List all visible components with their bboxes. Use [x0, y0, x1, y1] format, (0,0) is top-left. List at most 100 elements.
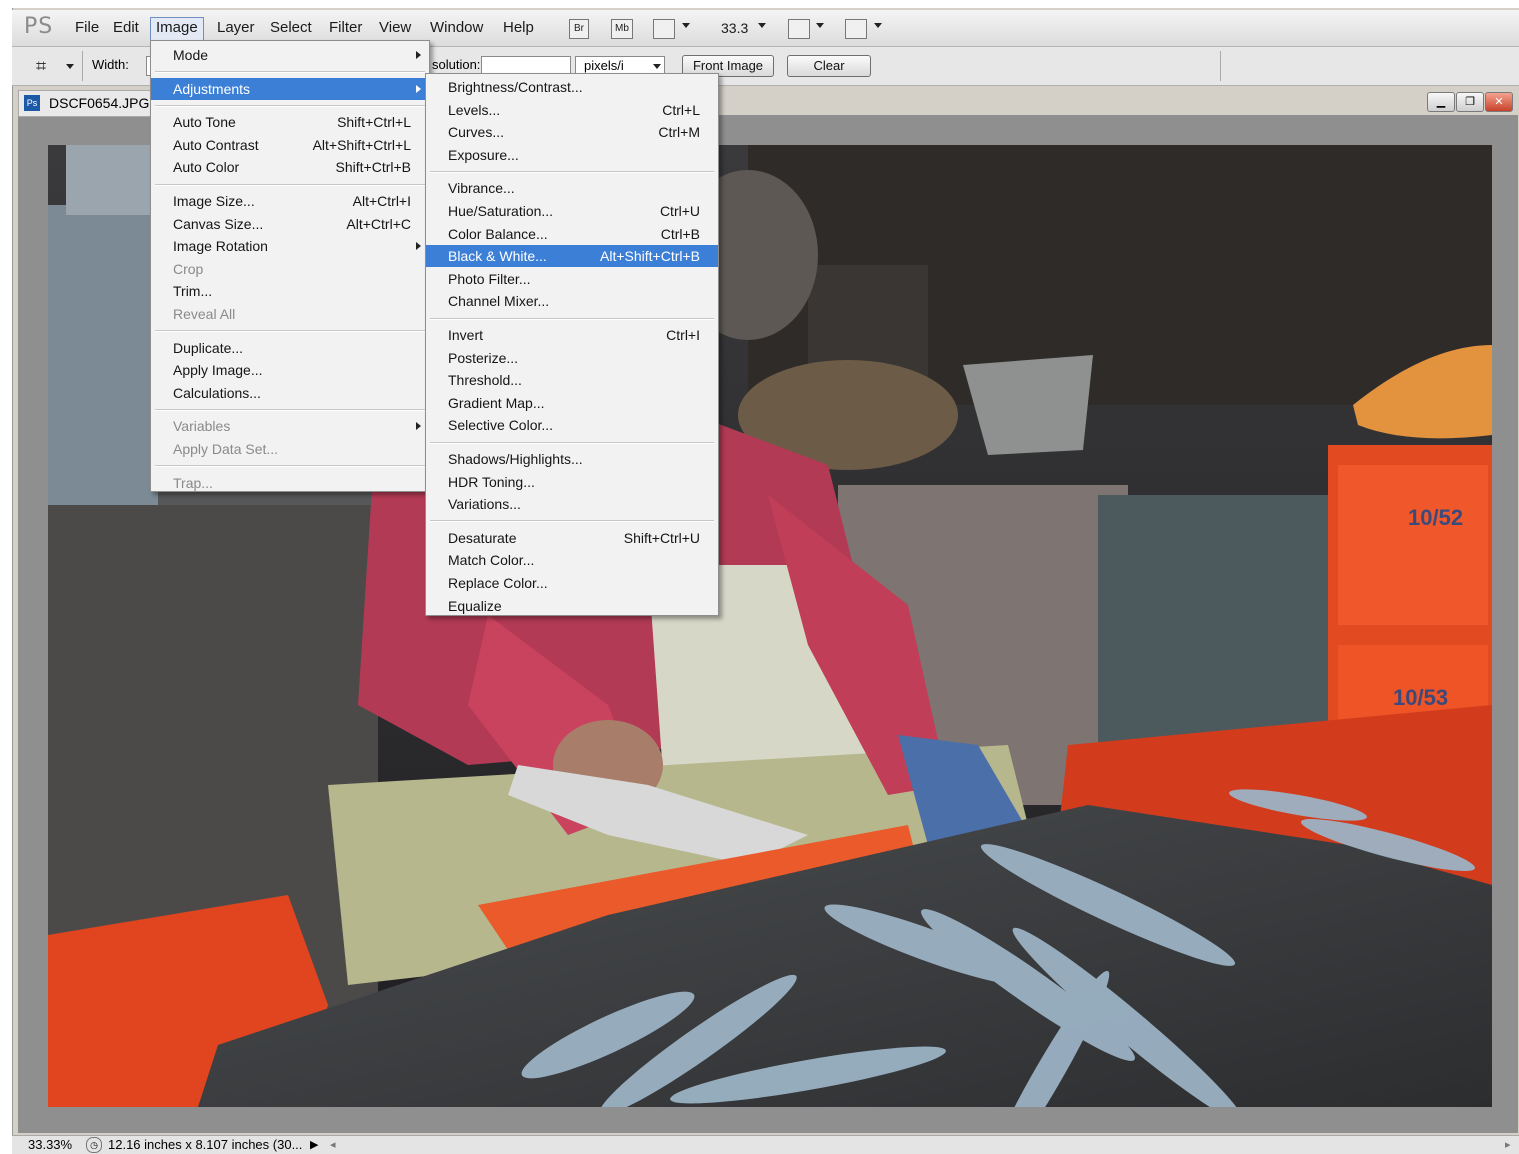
menu-item-label: Image Rotation — [173, 238, 268, 255]
menu-item-selective-color[interactable]: Selective Color... — [426, 414, 718, 436]
menu-item-label: Calculations... — [173, 384, 261, 401]
menu-item-apply-data-set[interactable]: Apply Data Set... — [151, 438, 429, 460]
resolution-units-select[interactable]: pixels/i — [575, 56, 665, 74]
menu-separator — [155, 408, 425, 411]
menu-item-label: Threshold... — [448, 372, 522, 389]
menu-item-vibrance[interactable]: Vibrance... — [426, 177, 718, 199]
chevron-down-icon[interactable] — [758, 23, 766, 28]
menu-item-shortcut: Alt+Ctrl+C — [346, 215, 411, 232]
clear-button[interactable]: Clear — [787, 55, 871, 77]
submenu-arrow-icon — [416, 84, 421, 93]
menu-item-duplicate[interactable]: Duplicate... — [151, 337, 429, 359]
menu-item-desaturate[interactable]: Desaturate Shift+Ctrl+U — [426, 527, 718, 549]
menu-item-color-balance[interactable]: Color Balance... Ctrl+B — [426, 223, 718, 245]
screen-mode-icon[interactable] — [845, 19, 867, 39]
menu-item-photo-filter[interactable]: Photo Filter... — [426, 268, 718, 290]
menu-item-label: Apply Data Set... — [173, 441, 279, 457]
menu-image[interactable]: Image — [150, 17, 204, 41]
menu-item-variations[interactable]: Variations... — [426, 493, 718, 515]
menu-item-crop[interactable]: Crop — [151, 258, 429, 280]
menu-item-label: Levels... — [448, 101, 501, 118]
mini-bridge-icon[interactable]: Mb — [611, 19, 633, 39]
arrange-documents-icon[interactable] — [788, 19, 810, 39]
chevron-down-icon[interactable] — [874, 23, 882, 28]
menu-item-hdr-toning[interactable]: HDR Toning... — [426, 471, 718, 493]
menu-item-adjustments[interactable]: Adjustments — [151, 77, 429, 100]
photoshop-logo: PS — [24, 14, 54, 39]
menu-item-hue-saturation[interactable]: Hue/Saturation... Ctrl+U — [426, 200, 718, 222]
psd-file-icon: Ps — [24, 95, 40, 111]
menu-item-shortcut: Ctrl+L — [662, 101, 700, 118]
menu-item-image-rotation[interactable]: Image Rotation — [151, 235, 429, 257]
document-tab[interactable]: Ps DSCF0654.JPG — [18, 90, 160, 117]
menu-item-auto-tone[interactable]: Auto Tone Shift+Ctrl+L — [151, 111, 429, 133]
menu-layer[interactable]: Layer — [212, 17, 260, 39]
close-icon[interactable]: ✕ — [1485, 92, 1513, 112]
chevron-down-icon[interactable] — [682, 23, 690, 28]
document-info: 12.16 inches x 8.107 inches (30... — [108, 1137, 303, 1152]
menu-item-label: Duplicate... — [173, 339, 244, 356]
menu-item-image-size[interactable]: Image Size... Alt+Ctrl+I — [151, 190, 429, 212]
menu-item-black-white[interactable]: Black & White... Alt+Shift+Ctrl+B — [426, 245, 718, 268]
menu-item-shortcut: Shift+Ctrl+L — [337, 114, 411, 131]
scroll-right-icon[interactable]: ▸ — [1505, 1136, 1511, 1154]
chevron-down-icon[interactable] — [66, 64, 74, 69]
menu-item-replace-color[interactable]: Replace Color... — [426, 572, 718, 594]
menu-item-label: Auto Color — [173, 159, 240, 176]
menu-item-curves[interactable]: Curves... Ctrl+M — [426, 121, 718, 143]
menu-item-channel-mixer[interactable]: Channel Mixer... — [426, 290, 718, 312]
status-menu-icon[interactable]: ◷ — [86, 1137, 102, 1153]
menu-select[interactable]: Select — [265, 17, 317, 39]
restore-icon[interactable]: ❐ — [1456, 92, 1484, 112]
crop-tool-icon[interactable]: ⌗ — [36, 56, 46, 77]
menu-item-invert[interactable]: Invert Ctrl+I — [426, 324, 718, 346]
status-arrow-icon[interactable]: ▶ — [310, 1136, 318, 1154]
chevron-down-icon[interactable] — [816, 23, 824, 28]
menu-item-calculations[interactable]: Calculations... — [151, 382, 429, 404]
bridge-icon[interactable]: Br — [569, 19, 589, 39]
menu-item-reveal-all[interactable]: Reveal All — [151, 303, 429, 325]
menu-item-shadows-highlights[interactable]: Shadows/Highlights... — [426, 448, 718, 470]
minimize-icon[interactable]: ▁ — [1427, 92, 1455, 112]
document-title: DSCF0654.JPG — [49, 95, 150, 111]
menu-edit[interactable]: Edit — [108, 17, 144, 39]
menu-window[interactable]: Window — [425, 17, 488, 39]
zoom-level[interactable]: 33.3 — [716, 17, 753, 39]
menu-item-label: Posterize... — [448, 349, 519, 366]
crate-label-1: 10/52 — [1408, 505, 1463, 530]
menu-item-match-color[interactable]: Match Color... — [426, 549, 718, 571]
menu-item-auto-contrast[interactable]: Auto Contrast Alt+Shift+Ctrl+L — [151, 134, 429, 156]
menu-item-threshold[interactable]: Threshold... — [426, 369, 718, 391]
status-zoom[interactable]: 33.33% — [28, 1136, 72, 1154]
scroll-left-icon[interactable]: ◂ — [330, 1136, 336, 1154]
menu-item-label: Shadows/Highlights... — [448, 451, 583, 467]
menu-item-trim[interactable]: Trim... — [151, 280, 429, 302]
menu-item-variables[interactable]: Variables — [151, 415, 429, 437]
menu-item-gradient-map[interactable]: Gradient Map... — [426, 392, 718, 414]
menu-item-label: Photo Filter... — [448, 270, 531, 287]
menu-item-trap[interactable]: Trap... — [151, 472, 429, 494]
menu-item-label: Reveal All — [173, 306, 236, 322]
menu-item-apply-image[interactable]: Apply Image... — [151, 359, 429, 381]
menu-file[interactable]: File — [70, 17, 104, 39]
menu-item-levels[interactable]: Levels... Ctrl+L — [426, 99, 718, 121]
menu-item-equalize[interactable]: Equalize — [426, 595, 718, 617]
view-extras-icon[interactable] — [653, 19, 675, 39]
menu-separator — [155, 71, 425, 74]
menu-item-posterize[interactable]: Posterize... — [426, 347, 718, 369]
menu-help[interactable]: Help — [498, 17, 539, 39]
menu-item-label: Curves... — [448, 124, 505, 141]
menu-view[interactable]: View — [374, 17, 416, 39]
chevron-down-icon[interactable] — [653, 64, 661, 69]
menu-item-canvas-size[interactable]: Canvas Size... Alt+Ctrl+C — [151, 213, 429, 235]
submenu-arrow-icon — [416, 422, 421, 431]
menu-item-brightness-contrast[interactable]: Brightness/Contrast... — [426, 76, 718, 98]
menu-item-label: Canvas Size... — [173, 215, 264, 232]
menu-item-shortcut: Alt+Shift+Ctrl+B — [600, 248, 700, 265]
menu-separator — [155, 465, 425, 468]
menu-item-auto-color[interactable]: Auto Color Shift+Ctrl+B — [151, 156, 429, 178]
menu-item-shortcut: Alt+Shift+Ctrl+L — [312, 136, 411, 153]
menu-filter[interactable]: Filter — [324, 17, 367, 39]
menu-item-mode[interactable]: Mode — [151, 44, 429, 66]
menu-item-exposure[interactable]: Exposure... — [426, 144, 718, 166]
